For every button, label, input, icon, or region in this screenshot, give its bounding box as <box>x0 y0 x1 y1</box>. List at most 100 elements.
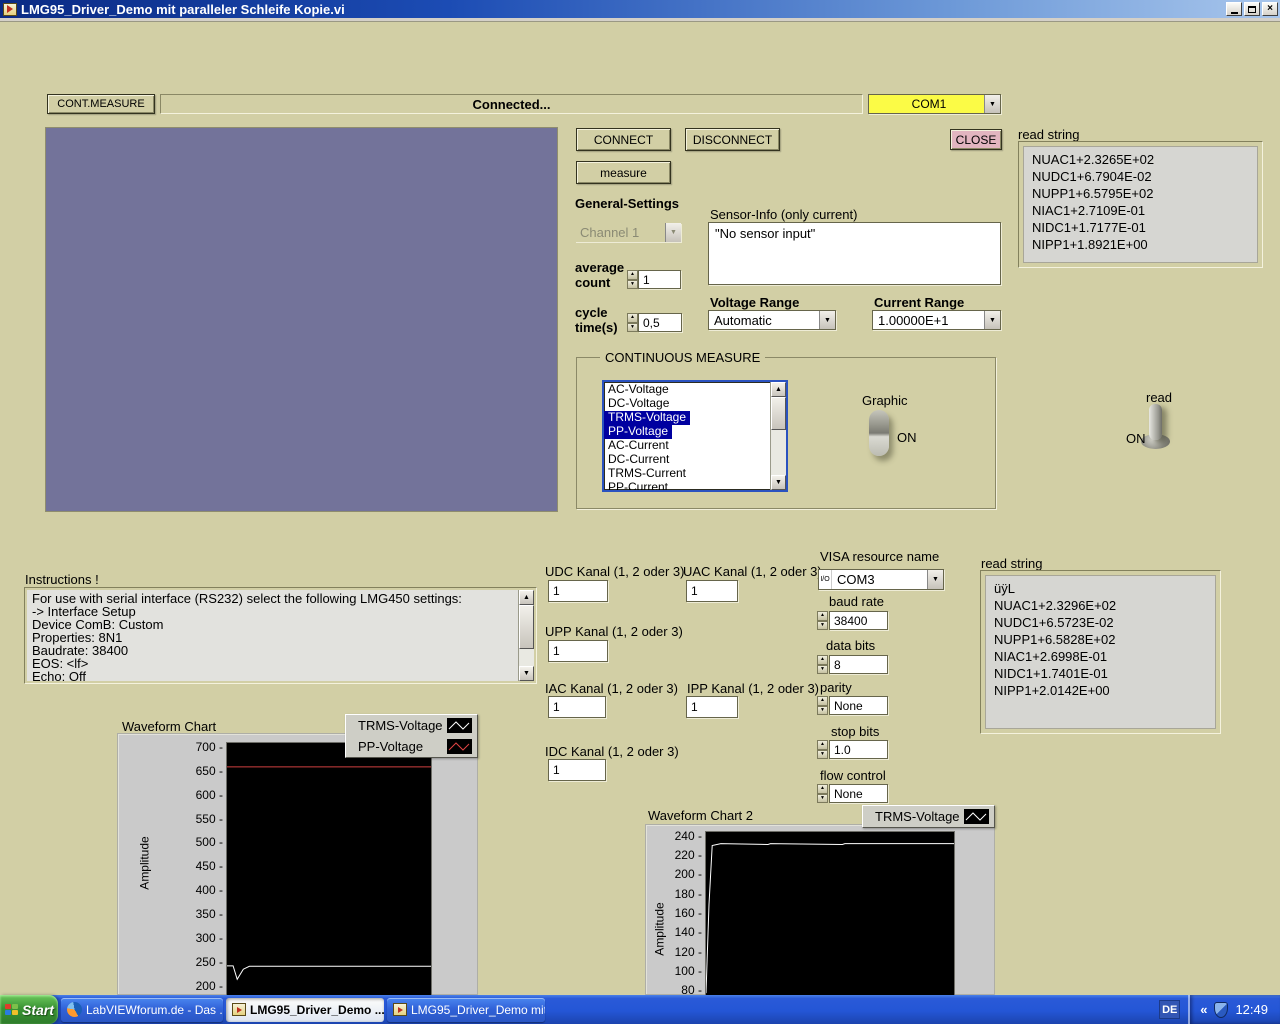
decrement-icon[interactable]: ▼ <box>817 664 828 674</box>
cycle-time-field[interactable]: 0,5 <box>638 313 682 332</box>
instructions-text: For use with serial interface (RS232) se… <box>27 590 518 681</box>
decrement-icon[interactable]: ▼ <box>627 322 638 332</box>
list-item-ac-voltage[interactable]: AC-Voltage <box>604 383 770 397</box>
window-titlebar: LMG95_Driver_Demo mit paralleler Schleif… <box>0 0 1280 18</box>
disconnect-button[interactable]: DISCONNECT <box>685 128 780 151</box>
taskbar-task-lmg95-mit[interactable]: LMG95_Driver_Demo mit ... <box>387 997 545 1022</box>
list-item-trms-current[interactable]: TRMS-Current <box>604 467 770 481</box>
taskbar: Start LabVIEWforum.de - Das ... LMG95_Dr… <box>0 995 1280 1024</box>
security-shield-icon[interactable] <box>1214 1001 1229 1018</box>
ipp-kanal-field[interactable]: 1 <box>686 696 738 718</box>
scrollbar-thumb[interactable] <box>519 605 534 649</box>
read-string-top: NUAC1+2.3265E+02 NUDC1+6.7904E-02 NUPP1+… <box>1018 141 1263 268</box>
chart1-legend[interactable]: TRMS-Voltage PP-Voltage <box>345 714 478 758</box>
cont-measure-button[interactable]: CONT.MEASURE <box>47 94 155 114</box>
stop-bits-field[interactable]: 1.0 <box>829 740 888 759</box>
scroll-up-icon[interactable]: ▲ <box>519 590 534 605</box>
instructions-scrollbar[interactable]: ▲ ▼ <box>518 590 534 681</box>
sensor-info-label: Sensor-Info (only current) <box>710 207 858 222</box>
stop-bits-spinner[interactable]: ▲ ▼ <box>817 740 828 759</box>
legend-item[interactable]: TRMS-Voltage <box>346 715 477 736</box>
instructions-box: For use with serial interface (RS232) se… <box>24 587 537 684</box>
voltage-range-select[interactable]: Automatic ▼ <box>708 310 836 330</box>
list-item-trms-voltage[interactable]: TRMS-Voltage <box>604 411 691 425</box>
legend-item[interactable]: TRMS-Voltage <box>863 806 994 827</box>
flow-control-field[interactable]: None <box>829 784 888 803</box>
read-toggle-lever[interactable] <box>1149 404 1162 440</box>
iac-kanal-label: IAC Kanal (1, 2 oder 3) <box>545 681 678 696</box>
data-bits-spinner[interactable]: ▲ ▼ <box>817 655 828 674</box>
increment-icon[interactable]: ▲ <box>817 655 828 665</box>
decrement-icon[interactable]: ▼ <box>817 793 828 803</box>
idc-kanal-field[interactable]: 1 <box>548 759 606 781</box>
com-dropdown-icon[interactable]: ▼ <box>984 95 1000 113</box>
waveform-chart-2: Amplitude 24022020018016014012010080 <box>645 824 995 997</box>
scroll-down-icon[interactable]: ▼ <box>771 475 786 490</box>
restore-button[interactable] <box>1244 2 1260 16</box>
current-range-dropdown-icon[interactable]: ▼ <box>984 311 1000 329</box>
parity-field[interactable]: None <box>829 696 888 715</box>
graphic-on-label: ON <box>897 430 917 445</box>
graphic-toggle[interactable] <box>869 410 889 456</box>
decrement-icon[interactable]: ▼ <box>817 705 828 715</box>
uac-kanal-label: UAC Kanal (1, 2 oder 3) <box>683 564 822 579</box>
ipp-kanal-label: IPP Kanal (1, 2 oder 3) <box>687 681 820 696</box>
current-range-select[interactable]: 1.00000E+1 ▼ <box>872 310 1001 330</box>
decrement-icon[interactable]: ▼ <box>817 749 828 759</box>
increment-icon[interactable]: ▲ <box>817 611 828 621</box>
uac-kanal-field[interactable]: 1 <box>686 580 738 602</box>
legend-item[interactable]: PP-Voltage <box>346 736 477 757</box>
list-item-pp-voltage[interactable]: PP-Voltage <box>604 425 673 439</box>
stop-bits-label: stop bits <box>831 724 880 739</box>
increment-icon[interactable]: ▲ <box>817 740 828 750</box>
cycle-time-spinner[interactable]: ▲ ▼ <box>627 313 638 332</box>
voltage-range-dropdown-icon[interactable]: ▼ <box>819 311 835 329</box>
taskbar-task-firefox[interactable]: LabVIEWforum.de - Das ... <box>61 997 223 1022</box>
tray-chevron-icon[interactable]: « <box>1200 1002 1207 1017</box>
data-bits-label: data bits <box>826 638 876 653</box>
scroll-up-icon[interactable]: ▲ <box>771 382 786 397</box>
start-button[interactable]: Start <box>0 995 58 1024</box>
increment-icon[interactable]: ▲ <box>627 313 638 323</box>
language-indicator[interactable]: DE <box>1159 1000 1181 1019</box>
increment-icon[interactable]: ▲ <box>817 696 828 706</box>
average-count-field[interactable]: 1 <box>638 270 681 289</box>
graphic-toggle-label: Graphic <box>862 393 908 408</box>
listbox-scrollbar[interactable]: ▲ ▼ <box>770 382 786 490</box>
measurement-listbox[interactable]: AC-Voltage DC-Voltage TRMS-Voltage PP-Volta… <box>602 380 788 492</box>
udc-kanal-field[interactable]: 1 <box>548 580 608 602</box>
scrollbar-thumb[interactable] <box>771 397 786 430</box>
baud-rate-field[interactable]: 38400 <box>829 611 888 630</box>
average-count-spinner[interactable]: ▲ ▼ <box>627 270 638 289</box>
flow-control-spinner[interactable]: ▲ ▼ <box>817 784 828 803</box>
waveform-chart-1-title: Waveform Chart <box>122 719 217 734</box>
baud-rate-spinner[interactable]: ▲ ▼ <box>817 611 828 630</box>
y-axis-tick: 250 <box>196 955 223 969</box>
windows-logo-icon <box>5 1003 18 1016</box>
parity-spinner[interactable]: ▲ ▼ <box>817 696 828 715</box>
connect-button[interactable]: CONNECT <box>576 128 671 151</box>
list-item-pp-current[interactable]: PP-Current <box>604 481 770 491</box>
visa-dropdown-icon[interactable]: ▼ <box>927 570 943 589</box>
list-item-ac-current[interactable]: AC-Current <box>604 439 770 453</box>
measure-button[interactable]: measure <box>576 161 671 184</box>
close-window-button[interactable]: × <box>1262 2 1278 16</box>
increment-icon[interactable]: ▲ <box>817 784 828 794</box>
visa-resource-select[interactable]: I/O COM3 ▼ <box>818 569 944 590</box>
upp-kanal-field[interactable]: 1 <box>548 640 608 662</box>
channel-select: Channel 1 ▼ <box>575 223 681 242</box>
iac-kanal-field[interactable]: 1 <box>548 696 606 718</box>
decrement-icon[interactable]: ▼ <box>627 279 638 289</box>
list-item-dc-voltage[interactable]: DC-Voltage <box>604 397 770 411</box>
com-port-select[interactable]: COM1 ▼ <box>868 94 1001 114</box>
chart2-legend[interactable]: TRMS-Voltage <box>862 805 995 828</box>
increment-icon[interactable]: ▲ <box>627 270 638 280</box>
data-bits-field[interactable]: 8 <box>829 655 888 674</box>
decrement-icon[interactable]: ▼ <box>817 620 828 630</box>
close-button[interactable]: CLOSE <box>950 129 1002 150</box>
waveform-chart-1: Amplitude 700 650 600 550 500 450 400 350 300 250… <box>117 733 478 996</box>
taskbar-task-lmg95-active[interactable]: LMG95_Driver_Demo ... <box>226 997 384 1022</box>
list-item-dc-current[interactable]: DC-Current <box>604 453 770 467</box>
scroll-down-icon[interactable]: ▼ <box>519 666 534 681</box>
minimize-button[interactable] <box>1226 2 1242 16</box>
